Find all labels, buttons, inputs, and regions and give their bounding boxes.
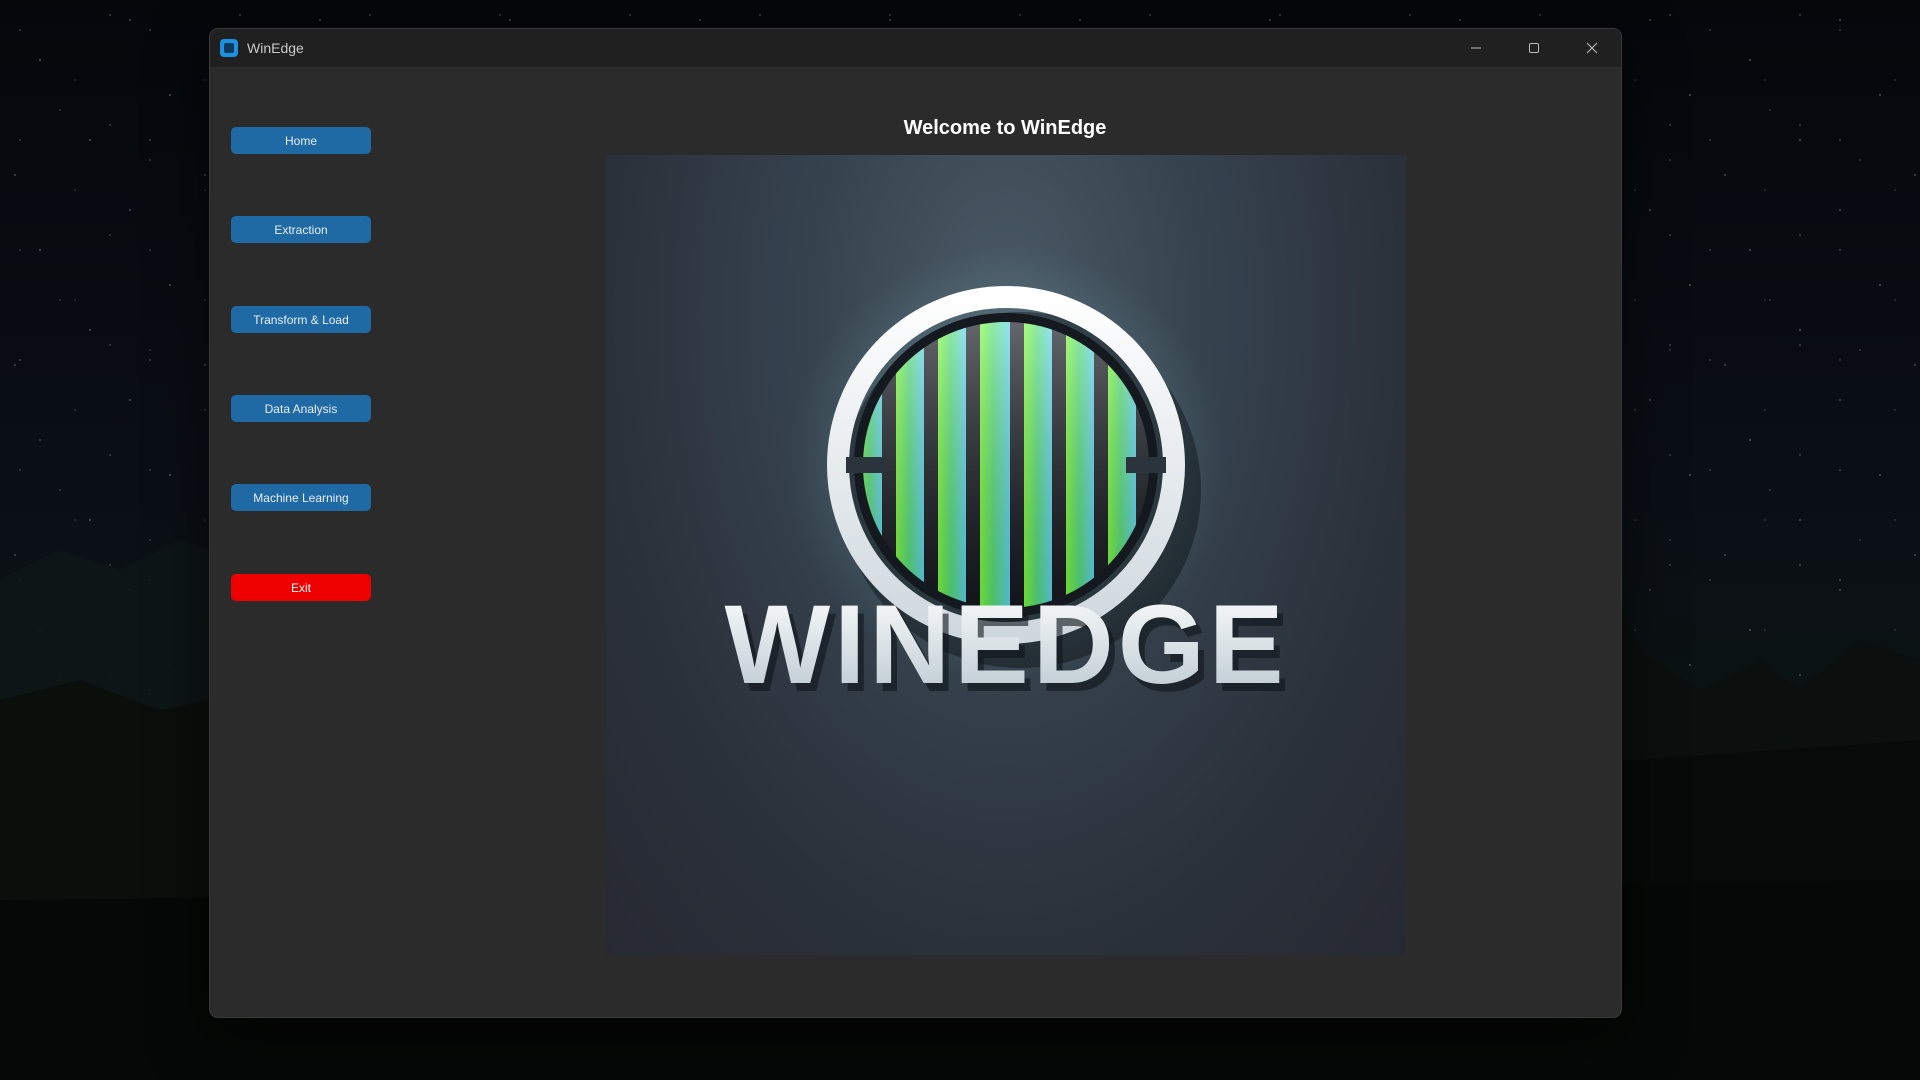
data-analysis-button[interactable]: Data Analysis bbox=[231, 395, 371, 422]
title-bar[interactable]: WinEdge bbox=[210, 29, 1621, 67]
machine-learning-button[interactable]: Machine Learning bbox=[231, 484, 371, 511]
window-title: WinEdge bbox=[247, 40, 304, 56]
transform-load-button[interactable]: Transform & Load bbox=[231, 306, 371, 333]
logo-wordmark: WINEDGE bbox=[724, 582, 1287, 707]
app-window: WinEdge Home Extraction Transform & Load… bbox=[210, 29, 1621, 1017]
maximize-button[interactable] bbox=[1505, 29, 1563, 67]
minimize-icon bbox=[1471, 47, 1481, 49]
exit-button[interactable]: Exit bbox=[231, 574, 371, 601]
home-button[interactable]: Home bbox=[231, 127, 371, 154]
minimize-button[interactable] bbox=[1447, 29, 1505, 67]
page-title: Welcome to WinEdge bbox=[903, 117, 1107, 139]
app-icon bbox=[220, 39, 238, 57]
window-controls bbox=[1447, 29, 1621, 67]
extraction-button[interactable]: Extraction bbox=[231, 216, 371, 243]
logo-image: WINEDGE WINEDGE bbox=[606, 155, 1406, 955]
maximize-icon bbox=[1529, 43, 1539, 53]
close-button[interactable] bbox=[1563, 29, 1621, 67]
close-icon bbox=[1586, 42, 1598, 54]
